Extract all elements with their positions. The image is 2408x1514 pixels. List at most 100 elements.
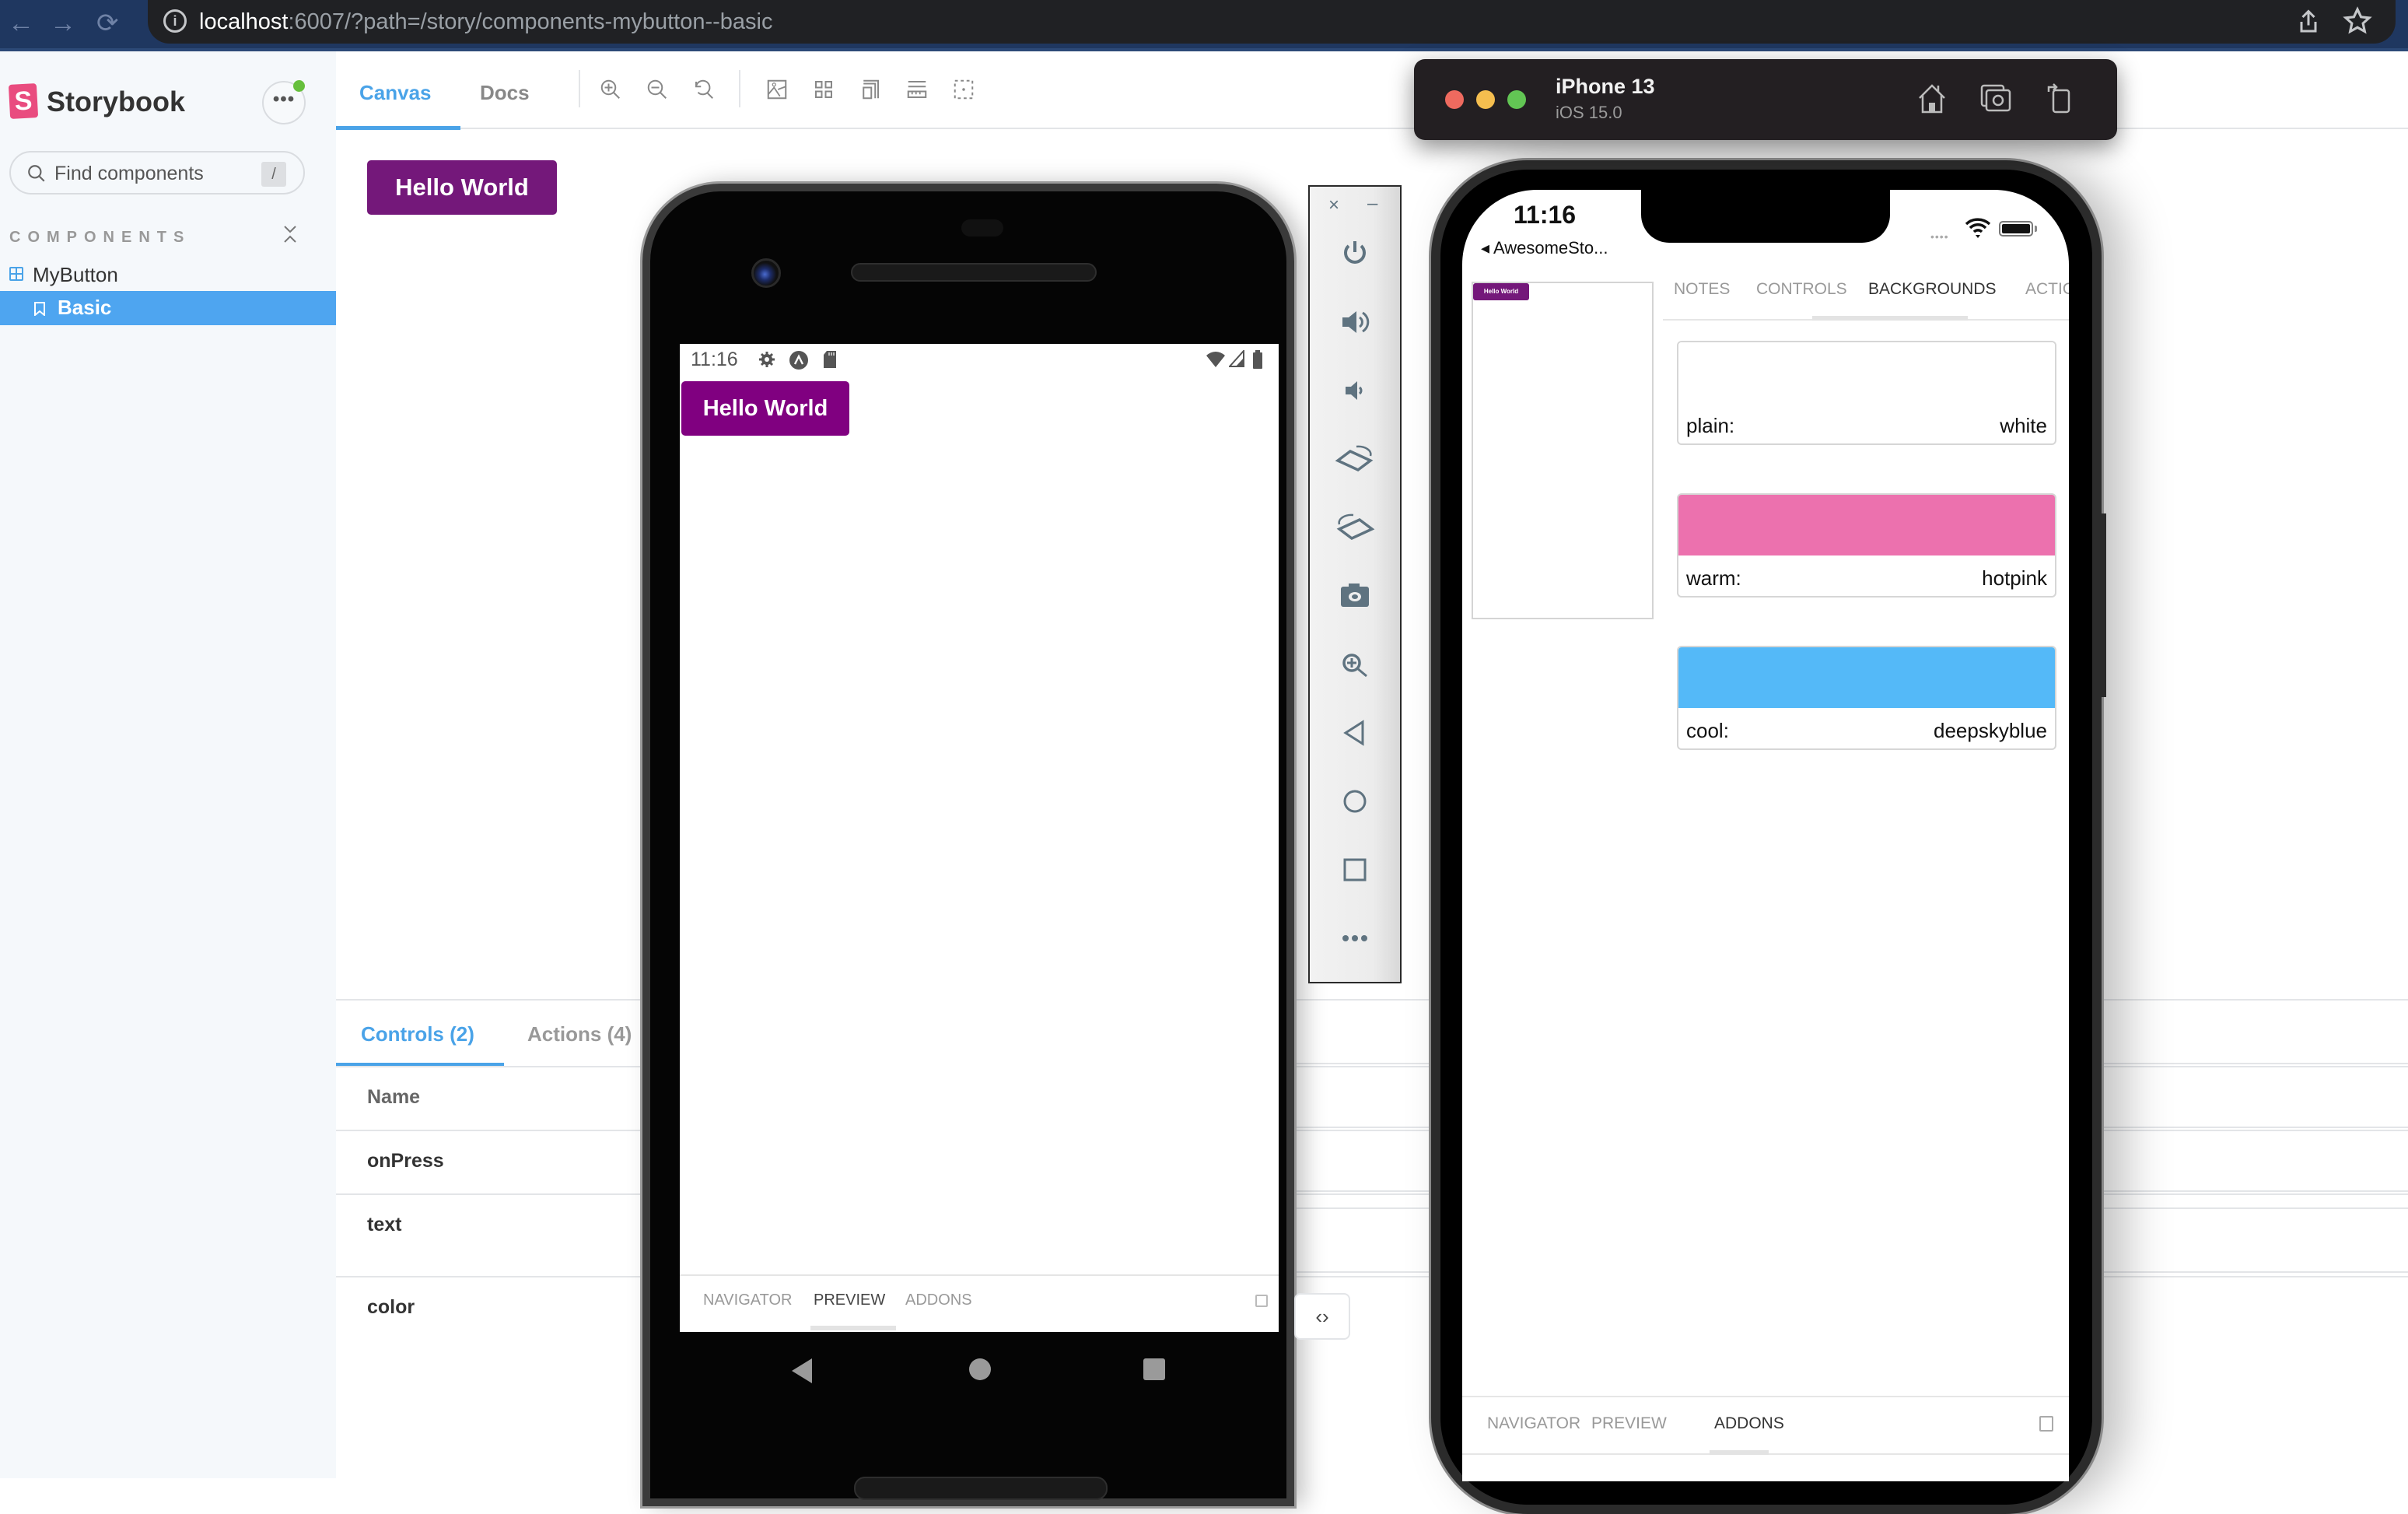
background-option-plain[interactable]: plain: white bbox=[1677, 341, 2056, 445]
tab-addons[interactable]: ADDONS bbox=[1714, 1414, 1784, 1433]
tab-controls[interactable]: CONTROLS bbox=[1756, 280, 1847, 299]
emulator-controls-panel: × – bbox=[1308, 185, 1402, 983]
tab-preview[interactable]: PREVIEW bbox=[814, 1291, 885, 1309]
section-title-components: COMPONENTS bbox=[9, 229, 191, 246]
share-icon[interactable] bbox=[2294, 8, 2322, 36]
background-value: deepskyblue bbox=[1934, 719, 2047, 742]
hello-world-button[interactable]: Hello World bbox=[681, 381, 849, 436]
tree-item-label: Basic bbox=[58, 296, 112, 319]
zoom-icon[interactable] bbox=[1333, 647, 1377, 682]
zoom-window-button[interactable] bbox=[1507, 90, 1526, 109]
search-icon bbox=[28, 165, 45, 182]
site-info-icon[interactable]: i bbox=[163, 9, 187, 33]
volume-down-icon[interactable] bbox=[1333, 373, 1377, 408]
background-name: cool: bbox=[1686, 719, 1729, 742]
forward-button[interactable]: → bbox=[50, 8, 76, 39]
hello-world-button[interactable]: Hello World bbox=[367, 160, 557, 215]
tab-addons[interactable]: ADDONS bbox=[905, 1291, 972, 1309]
zoom-reset-icon[interactable] bbox=[692, 78, 716, 101]
search-input[interactable] bbox=[54, 159, 249, 188]
volume-up-icon[interactable] bbox=[1333, 305, 1377, 339]
nav-home-icon[interactable] bbox=[969, 1358, 991, 1380]
tab-navigator[interactable]: NAVIGATOR bbox=[703, 1291, 792, 1309]
tab-actions[interactable]: Actions (4) bbox=[527, 1022, 632, 1046]
zoom-in-icon[interactable] bbox=[599, 78, 622, 101]
rotate-device-icon[interactable] bbox=[2042, 81, 2077, 115]
wifi-icon bbox=[1206, 352, 1225, 367]
tree-item-mybutton[interactable]: MyButton bbox=[0, 258, 336, 291]
tab-notes[interactable]: NOTES bbox=[1674, 280, 1730, 299]
expo-icon bbox=[789, 351, 808, 370]
os-version: iOS 15.0 bbox=[1556, 103, 1622, 122]
url-path: :6007/?path=/story/components-mybutton--… bbox=[288, 9, 773, 34]
show-code-button[interactable]: ‹› bbox=[1294, 1293, 1350, 1340]
background-swatch bbox=[1678, 342, 2055, 403]
fullscreen-toggle-icon[interactable] bbox=[1255, 1295, 1268, 1307]
update-indicator-dot bbox=[293, 80, 305, 92]
outline-icon[interactable] bbox=[952, 78, 975, 101]
search-box[interactable]: / bbox=[9, 151, 305, 195]
nav-back-icon[interactable] bbox=[792, 1358, 812, 1383]
active-tab-indicator bbox=[1710, 1450, 1769, 1455]
brand-name[interactable]: Storybook bbox=[47, 86, 185, 118]
close-window-button[interactable] bbox=[1445, 90, 1464, 109]
background-option-warm[interactable]: warm: hotpink bbox=[1677, 493, 2056, 598]
home-icon[interactable] bbox=[1915, 81, 1949, 115]
control-name: onPress bbox=[367, 1150, 444, 1172]
grid-icon[interactable] bbox=[812, 78, 835, 101]
sd-card-icon bbox=[824, 351, 836, 368]
tab-navigator[interactable]: NAVIGATOR bbox=[1487, 1414, 1580, 1433]
background-swatch bbox=[1678, 495, 2055, 555]
control-name: color bbox=[367, 1296, 415, 1318]
measure-icon[interactable] bbox=[905, 78, 929, 101]
background-value: white bbox=[2000, 414, 2047, 437]
ios-screen: 11:16 ◂ AwesomeSto... •••• Hello World N… bbox=[1462, 190, 2069, 1481]
overview-icon[interactable] bbox=[1333, 853, 1377, 887]
active-tab-indicator bbox=[810, 1326, 896, 1330]
address-bar[interactable]: i localhost:6007/?path=/story/components… bbox=[148, 0, 2396, 44]
back-icon[interactable] bbox=[1333, 716, 1377, 750]
power-icon[interactable] bbox=[1333, 237, 1377, 271]
background-icon[interactable] bbox=[765, 78, 789, 101]
rotate-right-icon[interactable] bbox=[1333, 510, 1377, 545]
camera-icon[interactable] bbox=[1333, 579, 1377, 613]
browser-toolbar: ← → ⟳ i localhost:6007/?path=/story/comp… bbox=[0, 0, 2408, 48]
rotate-left-icon[interactable] bbox=[1333, 442, 1377, 476]
minimize-icon[interactable]: – bbox=[1367, 193, 1377, 215]
tab-canvas[interactable]: Canvas bbox=[359, 81, 432, 105]
search-shortcut-key: / bbox=[261, 162, 286, 187]
ios-addon-tabs: NOTES CONTROLS BACKGROUNDS ACTIONS bbox=[1462, 190, 2069, 345]
nav-overview-icon[interactable] bbox=[1143, 1358, 1165, 1380]
sidebar: S Storybook ••• / COMPONENTS MyButton Ba… bbox=[0, 51, 336, 1478]
back-button[interactable]: ← bbox=[8, 8, 34, 39]
viewport-icon[interactable] bbox=[859, 78, 882, 101]
background-option-cool[interactable]: cool: deepskyblue bbox=[1677, 646, 2056, 750]
tab-preview[interactable]: PREVIEW bbox=[1591, 1414, 1667, 1433]
home-icon[interactable] bbox=[1333, 784, 1377, 818]
tree-item-basic[interactable]: Basic bbox=[0, 291, 336, 325]
side-button bbox=[2100, 513, 2106, 697]
screenshot-icon[interactable] bbox=[1979, 81, 2013, 115]
close-icon[interactable]: × bbox=[1328, 195, 1339, 216]
minimize-window-button[interactable] bbox=[1476, 90, 1495, 109]
collapse-all-icon[interactable] bbox=[282, 224, 299, 244]
battery-icon bbox=[1253, 350, 1262, 369]
zoom-out-icon[interactable] bbox=[646, 78, 669, 101]
ios-bottom-tabs: NAVIGATOR PREVIEW ADDONS bbox=[1462, 1396, 2069, 1455]
android-status-bar: 11:16 bbox=[680, 344, 1279, 375]
device-name: iPhone 13 bbox=[1556, 75, 1655, 98]
url-text[interactable]: localhost:6007/?path=/story/components-m… bbox=[199, 8, 773, 36]
tab-docs[interactable]: Docs bbox=[480, 81, 530, 105]
more-icon[interactable] bbox=[1333, 921, 1377, 955]
bookmark-star-icon[interactable] bbox=[2343, 6, 2372, 36]
tab-controls[interactable]: Controls (2) bbox=[361, 1022, 474, 1046]
background-value: hotpink bbox=[1982, 566, 2047, 590]
tab-backgrounds[interactable]: BACKGROUNDS bbox=[1868, 280, 1997, 299]
android-clock: 11:16 bbox=[691, 349, 738, 370]
android-bottom-tabs: NAVIGATOR PREVIEW ADDONS bbox=[680, 1274, 1279, 1332]
fullscreen-toggle-icon[interactable] bbox=[2039, 1416, 2053, 1432]
reload-button[interactable]: ⟳ bbox=[96, 8, 119, 39]
tab-actions[interactable]: ACTIONS bbox=[2025, 280, 2069, 299]
component-icon bbox=[9, 267, 23, 281]
bottom-speaker bbox=[854, 1477, 1108, 1500]
